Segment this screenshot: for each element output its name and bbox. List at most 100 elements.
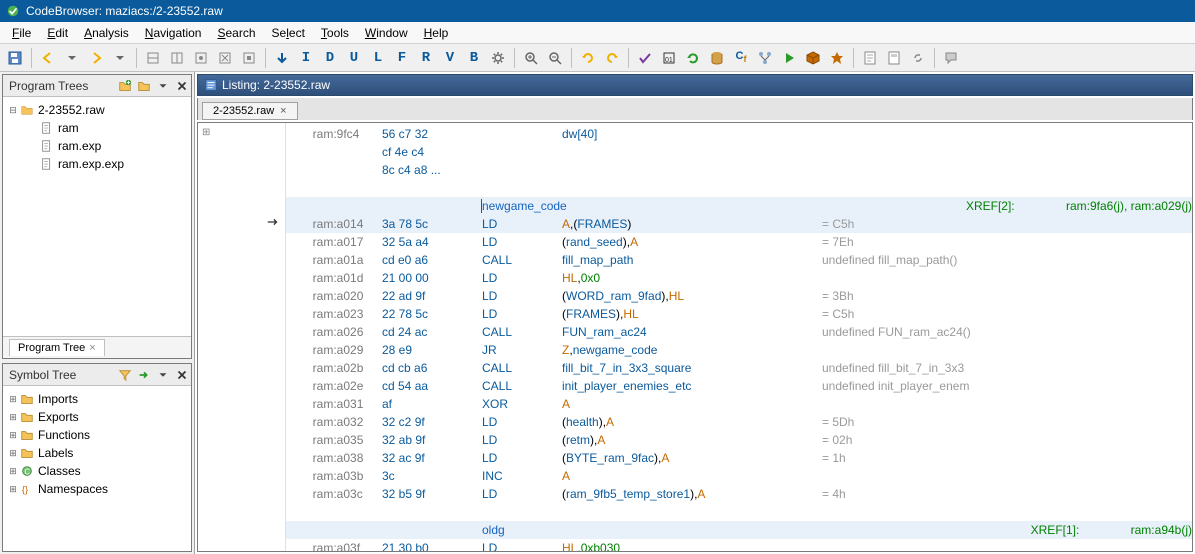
expand-marker-icon[interactable]: ⊞ (202, 127, 210, 138)
symbol-tree-item[interactable]: ⊞Imports (7, 390, 187, 408)
code-row[interactable]: ram:a02022 ad 9fLD(WORD_ram_9fad),HL= 3B… (286, 287, 1192, 305)
back-icon[interactable] (37, 47, 59, 69)
gear-icon[interactable] (487, 47, 509, 69)
nav5-icon[interactable] (238, 47, 260, 69)
code-row[interactable]: newgame_codeXREF[2]:ram:9fa6(j), ram:a02… (286, 197, 1192, 215)
db-icon[interactable] (706, 47, 728, 69)
menu-tools[interactable]: Tools (313, 24, 357, 42)
code-row[interactable]: oldgXREF[1]:ram:a94b(j) (286, 521, 1192, 539)
symbol-tree-item[interactable]: ⊞CClasses (7, 462, 187, 480)
menu-file[interactable]: File (4, 24, 39, 42)
panel-dropdown-icon[interactable] (154, 77, 172, 95)
code-row[interactable]: ram:a03832 ac 9fLD(BYTE_ram_9fac),A= 1h (286, 449, 1192, 467)
down-arrow-icon[interactable] (271, 47, 293, 69)
code-row[interactable]: ram:a03232 c2 9fLD(health),A= 5Dh (286, 413, 1192, 431)
tree-item[interactable]: ram.exp (7, 137, 187, 155)
panel-close-icon[interactable] (173, 77, 191, 95)
letter-l-icon[interactable]: L (367, 47, 389, 69)
goto-icon[interactable] (135, 366, 153, 384)
code-row[interactable]: ram:a026cd 24 acCALLFUN_ram_ac24undefine… (286, 323, 1192, 341)
twisty-icon[interactable]: ⊞ (7, 394, 19, 405)
code-row[interactable]: ram:a03c32 b5 9fLD(ram_9fb5_temp_store1)… (286, 485, 1192, 503)
code-row[interactable]: ram:a02bcd cb a6CALLfill_bit_7_in_3x3_sq… (286, 359, 1192, 377)
tree-root[interactable]: ⊟ 2-23552.raw (7, 101, 187, 119)
menu-help[interactable]: Help (416, 24, 457, 42)
zoom-out-icon[interactable] (544, 47, 566, 69)
panel-newfolder-icon[interactable] (116, 77, 134, 95)
menu-search[interactable]: Search (209, 24, 263, 42)
twisty-icon[interactable]: ⊞ (7, 448, 19, 459)
code-row[interactable]: ram:9fc456 c7 32dw[40] (286, 125, 1192, 143)
code-row[interactable]: ram:a01732 5a a4LD(rand_seed),A= 7Eh (286, 233, 1192, 251)
tree-item[interactable]: ram (7, 119, 187, 137)
filter-icon[interactable] (116, 366, 134, 384)
code-row[interactable]: ram:a03f21 30 b0LDHL,0xb030 (286, 539, 1192, 551)
doc2-icon[interactable] (883, 47, 905, 69)
nav3-icon[interactable] (190, 47, 212, 69)
redo-icon[interactable] (601, 47, 623, 69)
play-icon[interactable] (778, 47, 800, 69)
code-row[interactable]: 8c c4 a8 ... (286, 161, 1192, 179)
close-icon[interactable]: × (89, 342, 95, 354)
save-icon[interactable] (4, 47, 26, 69)
star-icon[interactable] (826, 47, 848, 69)
forward-dropdown-icon[interactable] (109, 47, 131, 69)
symbol-tree-item[interactable]: ⊞Labels (7, 444, 187, 462)
menu-window[interactable]: Window (357, 24, 416, 42)
menu-edit[interactable]: Edit (39, 24, 76, 42)
tree-icon[interactable] (754, 47, 776, 69)
letter-v-icon[interactable]: V (439, 47, 461, 69)
symbol-tree-item[interactable]: ⊞{}Namespaces (7, 480, 187, 498)
zoom-in-icon[interactable] (520, 47, 542, 69)
tab-program-tree[interactable]: Program Tree × (9, 339, 105, 356)
letter-f-icon[interactable]: F (391, 47, 413, 69)
reload-icon[interactable] (682, 47, 704, 69)
nav1-icon[interactable] (142, 47, 164, 69)
code-row[interactable]: ram:a01acd e0 a6CALLfill_map_pathundefin… (286, 251, 1192, 269)
code-row[interactable]: cf 4e c4 (286, 143, 1192, 161)
twisty-icon[interactable]: ⊞ (7, 412, 19, 423)
code-row[interactable]: ram:a02322 78 5cLD(FRAMES),HL= C5h (286, 305, 1192, 323)
letter-i-icon[interactable]: I (295, 47, 317, 69)
code-row[interactable]: ram:a02928 e9JRZ,newgame_code (286, 341, 1192, 359)
letter-u-icon[interactable]: U (343, 47, 365, 69)
bubble-icon[interactable] (940, 47, 962, 69)
code-row[interactable]: ram:a01d21 00 00LDHL,0x0 (286, 269, 1192, 287)
panel-openfolder-icon[interactable] (135, 77, 153, 95)
code-row[interactable]: ram:a03b3cINCA (286, 467, 1192, 485)
nav2-icon[interactable] (166, 47, 188, 69)
code-area[interactable]: ram:9fc456 c7 32dw[40] cf 4e c4 8c c4 a8… (286, 123, 1192, 551)
symbol-tree-item[interactable]: ⊞Exports (7, 408, 187, 426)
letter-b-icon[interactable]: B (463, 47, 485, 69)
forward-icon[interactable] (85, 47, 107, 69)
back-dropdown-icon[interactable] (61, 47, 83, 69)
menu-navigation[interactable]: Navigation (137, 24, 210, 42)
nav4-icon[interactable] (214, 47, 236, 69)
panel-dropdown-icon[interactable] (154, 366, 172, 384)
code-row[interactable]: ram:a031afXORA (286, 395, 1192, 413)
menu-select[interactable]: Select (264, 24, 313, 42)
twisty-icon[interactable]: ⊞ (7, 466, 19, 477)
undo-icon[interactable] (577, 47, 599, 69)
check-icon[interactable] (634, 47, 656, 69)
tree-item[interactable]: ram.exp.exp (7, 155, 187, 173)
code-row[interactable]: ram:a0143a 78 5cLDA,(FRAMES)= C5h (286, 215, 1192, 233)
symbol-tree-item[interactable]: ⊞Functions (7, 426, 187, 444)
link-icon[interactable] (907, 47, 929, 69)
twisty-icon[interactable]: ⊞ (7, 430, 19, 441)
cube-icon[interactable] (802, 47, 824, 69)
close-icon[interactable]: × (280, 105, 286, 117)
code-row[interactable]: ram:a03532 ab 9fLD(retm),A= 02h (286, 431, 1192, 449)
bin-icon[interactable]: 01 (658, 47, 680, 69)
doc1-icon[interactable] (859, 47, 881, 69)
letter-d-icon[interactable]: D (319, 47, 341, 69)
panel-close-icon[interactable] (173, 366, 191, 384)
menu-analysis[interactable]: Analysis (76, 24, 137, 42)
letter-r-icon[interactable]: R (415, 47, 437, 69)
twisty-icon[interactable]: ⊟ (7, 105, 19, 116)
tab-listing-file[interactable]: 2-23552.raw × (202, 102, 298, 120)
code-row[interactable]: ram:a02ecd 54 aaCALLinit_player_enemies_… (286, 377, 1192, 395)
cf-icon[interactable]: Cf (730, 47, 752, 69)
listing-body[interactable]: ⊞ ram:9fc456 c7 32dw[40] cf 4e c4 8c c4 … (197, 122, 1193, 552)
twisty-icon[interactable]: ⊞ (7, 484, 19, 495)
